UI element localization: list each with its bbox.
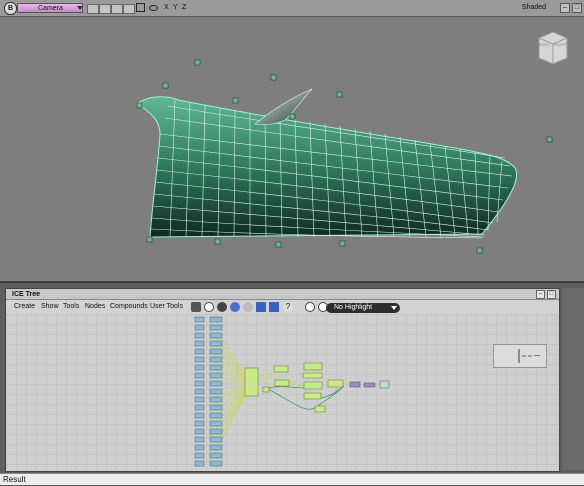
- minimize-button[interactable]: –: [560, 3, 570, 13]
- menu-create[interactable]: Create: [14, 301, 35, 312]
- globe-icon[interactable]: [230, 302, 240, 312]
- view-chip-2[interactable]: [99, 4, 111, 14]
- ice-graph-canvas[interactable]: [6, 314, 559, 471]
- axis-x-label[interactable]: X: [164, 3, 169, 13]
- view-cube-icon[interactable]: [535, 30, 571, 66]
- axis-z-label[interactable]: Z: [182, 3, 186, 13]
- help-icon[interactable]: ?: [283, 302, 293, 312]
- graph-wires: [208, 318, 381, 464]
- view-chip-1[interactable]: [87, 4, 99, 14]
- panel-maximize-button[interactable]: □: [547, 290, 556, 299]
- arrow-right-icon[interactable]: [269, 302, 279, 312]
- chevron-down-icon: [77, 6, 83, 10]
- ice-tree-title: ICE Tree: [6, 289, 559, 300]
- gizmo-front-label: FRONT: [536, 42, 550, 47]
- gizmo-right-label: RIGHT: [554, 42, 567, 47]
- refresh-icon[interactable]: [204, 302, 214, 312]
- viewport[interactable]: B Camera X Y Z Shaded – □ FRONT RIGHT: [0, 0, 584, 283]
- minimap-preview: [518, 349, 540, 363]
- output-nodes[interactable]: [349, 381, 376, 388]
- camera-icon[interactable]: [136, 3, 145, 12]
- display-mode-menu[interactable]: Shaded: [512, 3, 556, 13]
- terminal-node[interactable]: [379, 380, 390, 389]
- view-chip-3[interactable]: [111, 4, 123, 14]
- maximize-button[interactable]: □: [572, 3, 582, 13]
- menu-user-tools[interactable]: User Tools: [150, 301, 183, 312]
- status-bar: Result: [0, 473, 584, 485]
- graph-minimap[interactable]: [493, 344, 547, 368]
- viewport-toolbar: B Camera X Y Z Shaded – □: [0, 0, 584, 17]
- fin-surface[interactable]: [254, 88, 313, 126]
- ice-tree-panel: ICE Tree – □ Create Show Tools Nodes Com…: [5, 288, 560, 472]
- chevron-down-icon: [391, 306, 397, 310]
- lock-icon[interactable]: [191, 302, 201, 312]
- menu-show[interactable]: Show: [41, 301, 59, 312]
- right-side-panel: [562, 288, 584, 470]
- axis-y-label[interactable]: Y: [173, 3, 178, 13]
- scene-3d[interactable]: [0, 16, 584, 281]
- menu-tools[interactable]: Tools: [63, 301, 79, 312]
- bulb-icon[interactable]: [243, 302, 253, 312]
- menu-nodes[interactable]: Nodes: [85, 301, 105, 312]
- eye-icon[interactable]: [149, 5, 158, 11]
- camera-menu[interactable]: Camera: [17, 3, 83, 13]
- node-graph[interactable]: [6, 314, 559, 471]
- timer-icon[interactable]: [305, 302, 315, 312]
- view-chip-4[interactable]: [123, 4, 135, 14]
- highlight-dropdown[interactable]: No Highlight: [326, 303, 400, 313]
- clear-icon[interactable]: [217, 302, 227, 312]
- viewport-letter[interactable]: B: [4, 2, 17, 15]
- menu-compounds[interactable]: Compounds: [110, 301, 148, 312]
- arrow-left-icon[interactable]: [256, 302, 266, 312]
- panel-minimize-button[interactable]: –: [536, 290, 545, 299]
